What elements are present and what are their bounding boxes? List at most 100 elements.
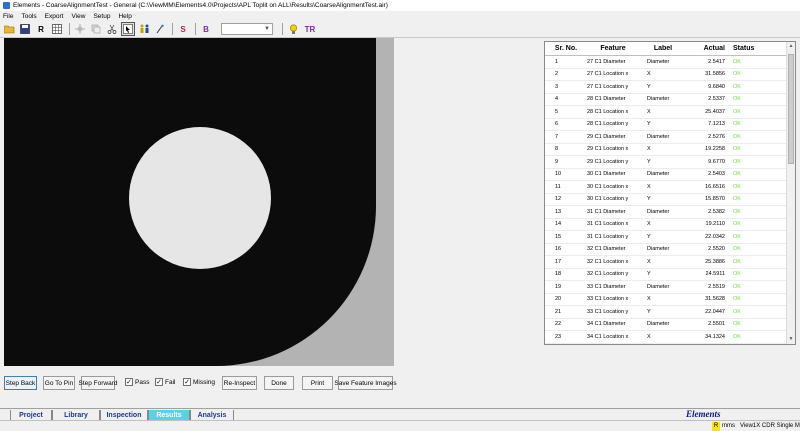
pass-checkbox[interactable]: ✓ Pass [125, 378, 149, 386]
light-bulb-icon[interactable] [286, 22, 300, 36]
reinspect-button[interactable]: Re-Inspect [222, 376, 257, 390]
tr-button[interactable]: TR [302, 22, 318, 36]
results-table[interactable]: Sr. No. Feature Label Actual Status 1 27 … [544, 41, 796, 345]
cell-actual: 7.1213 [708, 121, 725, 128]
table-row[interactable]: 14 31 C1 Location x X 19.2110 OK [545, 219, 795, 231]
cell-feature: 28 C1 Location y [587, 121, 629, 128]
status-units: mms [722, 423, 735, 429]
camera-image-view[interactable] [4, 38, 394, 366]
title-bar: Elements - CoarseAlignmentTest - General… [0, 0, 800, 11]
cell-sr-no: 7 [555, 133, 559, 140]
table-row[interactable]: 1 27 C1 Diameter Diameter 2.5417 OK [545, 56, 795, 69]
table-row[interactable]: 9 29 C1 Location y Y 9.6770 OK [545, 156, 795, 169]
fail-label: Fail [165, 378, 176, 386]
fail-checkbox[interactable]: ✓ Fail [155, 378, 175, 386]
done-button[interactable]: Done [264, 376, 294, 390]
table-row[interactable]: 23 34 C1 Location x X 34.1324 OK [545, 331, 795, 344]
grid-icon[interactable] [50, 22, 64, 36]
probe-icon[interactable] [153, 22, 167, 36]
table-row[interactable]: 15 31 C1 Location y Y 22.0342 OK [545, 231, 795, 244]
select-tool-icon[interactable] [121, 22, 135, 36]
cell-sr-no: 2 [555, 71, 559, 78]
cell-sr-no: 16 [555, 246, 562, 253]
table-row[interactable]: 3 27 C1 Location y Y 9.6840 OK [545, 81, 795, 94]
measure-people-icon[interactable] [137, 22, 151, 36]
cell-actual: 2.5417 [708, 58, 725, 65]
menu-setup[interactable]: Setup [93, 13, 110, 20]
save-feature-images-button[interactable]: Save Feature Images [334, 376, 397, 390]
crosshair-icon[interactable] [73, 22, 87, 36]
s-button[interactable]: S [176, 22, 190, 36]
step-back-button[interactable]: Step Back [4, 376, 37, 390]
header-feature[interactable]: Feature [587, 45, 639, 52]
cell-status: OK [733, 246, 741, 253]
results-scrollbar[interactable]: ▲ ▼ [786, 42, 795, 344]
status-r-indicator: R [712, 422, 720, 431]
pass-checkbox-box[interactable]: ✓ [125, 378, 133, 386]
cell-feature: 32 C1 Diameter [587, 246, 626, 253]
table-row[interactable]: 19 33 C1 Diameter Diameter 2.5519 OK [545, 281, 795, 294]
cell-feature: 27 C1 Location y [587, 83, 629, 90]
open-folder-icon[interactable] [2, 22, 16, 36]
table-row[interactable]: 11 30 C1 Location x X 16.6516 OK [545, 181, 795, 194]
table-row[interactable]: 4 28 C1 Diameter Diameter 2.5337 OK [545, 94, 795, 106]
header-actual[interactable]: Actual [687, 45, 727, 52]
table-row[interactable]: 8 29 C1 Location x X 19.2258 OK [545, 144, 795, 156]
cell-label: X [647, 296, 651, 303]
cell-sr-no: 13 [555, 208, 562, 215]
cell-feature: 33 C1 Diameter [587, 283, 626, 290]
fail-checkbox-box[interactable]: ✓ [155, 378, 163, 386]
menu-export[interactable]: Export [45, 13, 64, 20]
table-row[interactable]: 16 32 C1 Diameter Diameter 2.5520 OK [545, 244, 795, 256]
header-label[interactable]: Label [639, 45, 687, 52]
cell-feature: 28 C1 Diameter [587, 96, 626, 103]
table-row[interactable]: 2 27 C1 Location x X 31.5856 OK [545, 69, 795, 81]
table-row[interactable]: 12 30 C1 Location y Y 15.8570 OK [545, 194, 795, 206]
table-row[interactable]: 17 32 C1 Location x X 25.3886 OK [545, 256, 795, 269]
print-button[interactable]: Print [302, 376, 333, 390]
cell-feature: 33 C1 Location y [587, 308, 629, 315]
menu-help[interactable]: Help [118, 13, 131, 20]
menu-tools[interactable]: Tools [21, 13, 36, 20]
table-row[interactable]: 22 34 C1 Diameter Diameter 2.5501 OK [545, 319, 795, 331]
scroll-thumb[interactable] [788, 54, 794, 164]
table-row[interactable]: 7 29 C1 Diameter Diameter 2.5276 OK [545, 131, 795, 144]
step-forward-button[interactable]: Step Forward [78, 376, 118, 390]
table-row[interactable]: 10 30 C1 Diameter Diameter 2.5403 OK [545, 169, 795, 181]
cell-sr-no: 3 [555, 83, 559, 90]
cell-sr-no: 22 [555, 321, 562, 328]
b-button[interactable]: B [199, 22, 213, 36]
cell-status: OK [733, 133, 741, 140]
cell-feature: 29 C1 Location y [587, 158, 629, 165]
scroll-down-icon[interactable]: ▼ [787, 336, 795, 344]
menu-file[interactable]: File [3, 13, 13, 20]
cell-label: X [647, 146, 651, 153]
cell-sr-no: 15 [555, 233, 562, 240]
missing-checkbox-box[interactable]: ✓ [183, 378, 191, 386]
cell-label: Diameter [647, 58, 670, 65]
cell-actual: 2.5403 [708, 171, 725, 178]
go-to-pin-button[interactable]: Go To Pin [43, 376, 75, 390]
table-row[interactable]: 5 28 C1 Location x X 25.4037 OK [545, 106, 795, 119]
menu-view[interactable]: View [71, 13, 85, 20]
table-row[interactable]: 13 31 C1 Diameter Diameter 2.5382 OK [545, 206, 795, 219]
mode-combo[interactable]: ▼ [221, 23, 273, 35]
header-sr-no[interactable]: Sr. No. [545, 45, 587, 52]
cell-label: X [647, 108, 651, 115]
cell-status: OK [733, 233, 741, 240]
cell-actual: 2.5520 [708, 246, 725, 253]
cell-feature: 31 C1 Location x [587, 221, 629, 228]
r-button[interactable]: R [34, 22, 48, 36]
table-row[interactable]: 6 28 C1 Location y Y 7.1213 OK [545, 119, 795, 131]
cell-label: Diameter [647, 171, 670, 178]
layers-icon[interactable] [89, 22, 103, 36]
missing-checkbox[interactable]: ✓ Missing [183, 378, 215, 386]
scroll-up-icon[interactable]: ▲ [787, 43, 795, 52]
table-row[interactable]: 20 33 C1 Location x X 31.5628 OK [545, 294, 795, 306]
window-title: Elements - CoarseAlignmentTest - General… [13, 2, 388, 9]
save-icon[interactable] [18, 22, 32, 36]
scissors-icon[interactable] [105, 22, 119, 36]
table-row[interactable]: 21 33 C1 Location y Y 22.0447 OK [545, 306, 795, 319]
table-row[interactable]: 18 32 C1 Location y Y 24.5911 OK [545, 269, 795, 281]
header-status[interactable]: Status [727, 45, 767, 52]
